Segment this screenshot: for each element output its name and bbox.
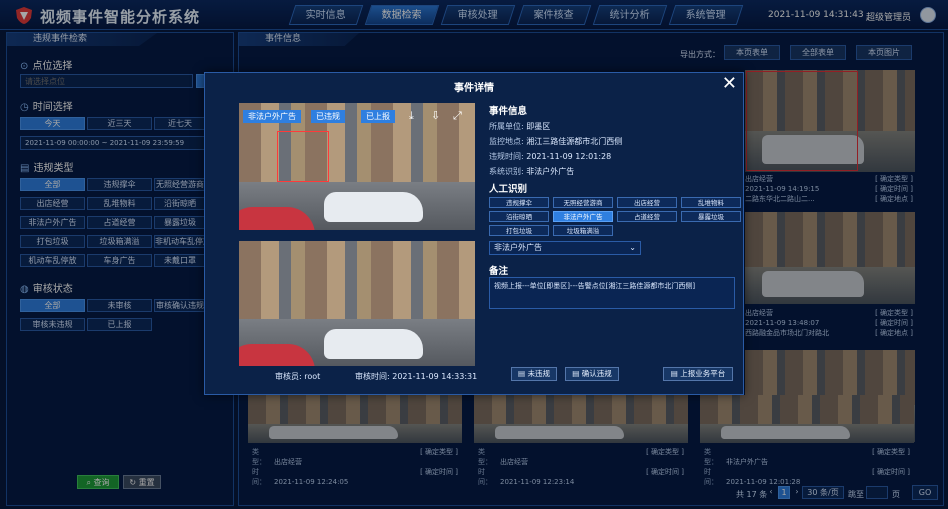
modal-title: 事件详情 (454, 83, 494, 94)
doc-icon: ▤ (572, 369, 580, 378)
chevron-down-icon: ⌄ (629, 243, 636, 252)
reviewer: 审核员: root (275, 372, 321, 381)
fullscreen-icon[interactable]: ⤢ (453, 109, 462, 123)
photo-tag-reported: 已上报 (361, 110, 395, 123)
review-time: 审核时间: 2021-11-09 14:33:31 (355, 372, 478, 381)
field-system: 系统识别: 非法户外广告 (489, 167, 575, 176)
upload-icon: ▤ (670, 369, 678, 378)
close-icon[interactable]: ✕ (722, 75, 737, 93)
event-info-title: 事件信息 (489, 106, 528, 117)
remark-title: 备注 (489, 266, 509, 277)
photo-tag-type: 非法户外广告 (243, 110, 301, 123)
manual-option[interactable]: 出店经营 (617, 197, 677, 208)
manual-option[interactable]: 乱堆物料 (681, 197, 741, 208)
not-violation-button[interactable]: ▤ 未违规 (511, 367, 557, 381)
confirm-violation-button[interactable]: ▤ 确认违规 (565, 367, 619, 381)
photo-tag-violation: 已违规 (311, 110, 345, 123)
event-detail-modal: 事件详情 ✕ 非法户外广告 已违规 已上报 ⤓ ⇩ ⤢ 审核员: root 审核… (204, 72, 744, 395)
manual-option[interactable]: 打包垃圾 (489, 225, 549, 236)
manual-option[interactable]: 垃圾箱满溢 (553, 225, 613, 236)
manual-option[interactable]: 无照经营游商 (553, 197, 613, 208)
download-icon[interactable]: ⤓ (409, 109, 414, 123)
field-time: 违规时间: 2021-11-09 12:01:28 (489, 152, 612, 161)
manual-option-selected[interactable]: 非法户外广告 (553, 211, 613, 222)
manual-title: 人工识别 (489, 184, 528, 195)
manual-option[interactable]: 违规撑伞 (489, 197, 549, 208)
doc-icon: ▤ (518, 369, 526, 378)
manual-option[interactable]: 暴露垃圾 (681, 211, 741, 222)
remark-textarea[interactable]: 视频上报---单位[即墨区]---告警点位[湘江三路佳源都市北门西侧] (489, 277, 735, 309)
manual-option[interactable]: 占道经营 (617, 211, 677, 222)
field-location: 监控地点: 湘江三路佳源都市北门西侧 (489, 137, 623, 146)
event-photo-secondary[interactable] (239, 241, 475, 366)
manual-option[interactable]: 沿街晾晒 (489, 211, 549, 222)
field-unit: 所属单位: 即墨区 (489, 122, 551, 131)
download-all-icon[interactable]: ⇩ (431, 109, 440, 122)
report-platform-button[interactable]: ▤ 上报业务平台 (663, 367, 733, 381)
manual-type-select[interactable]: 非法户外广告 ⌄ (489, 241, 641, 255)
